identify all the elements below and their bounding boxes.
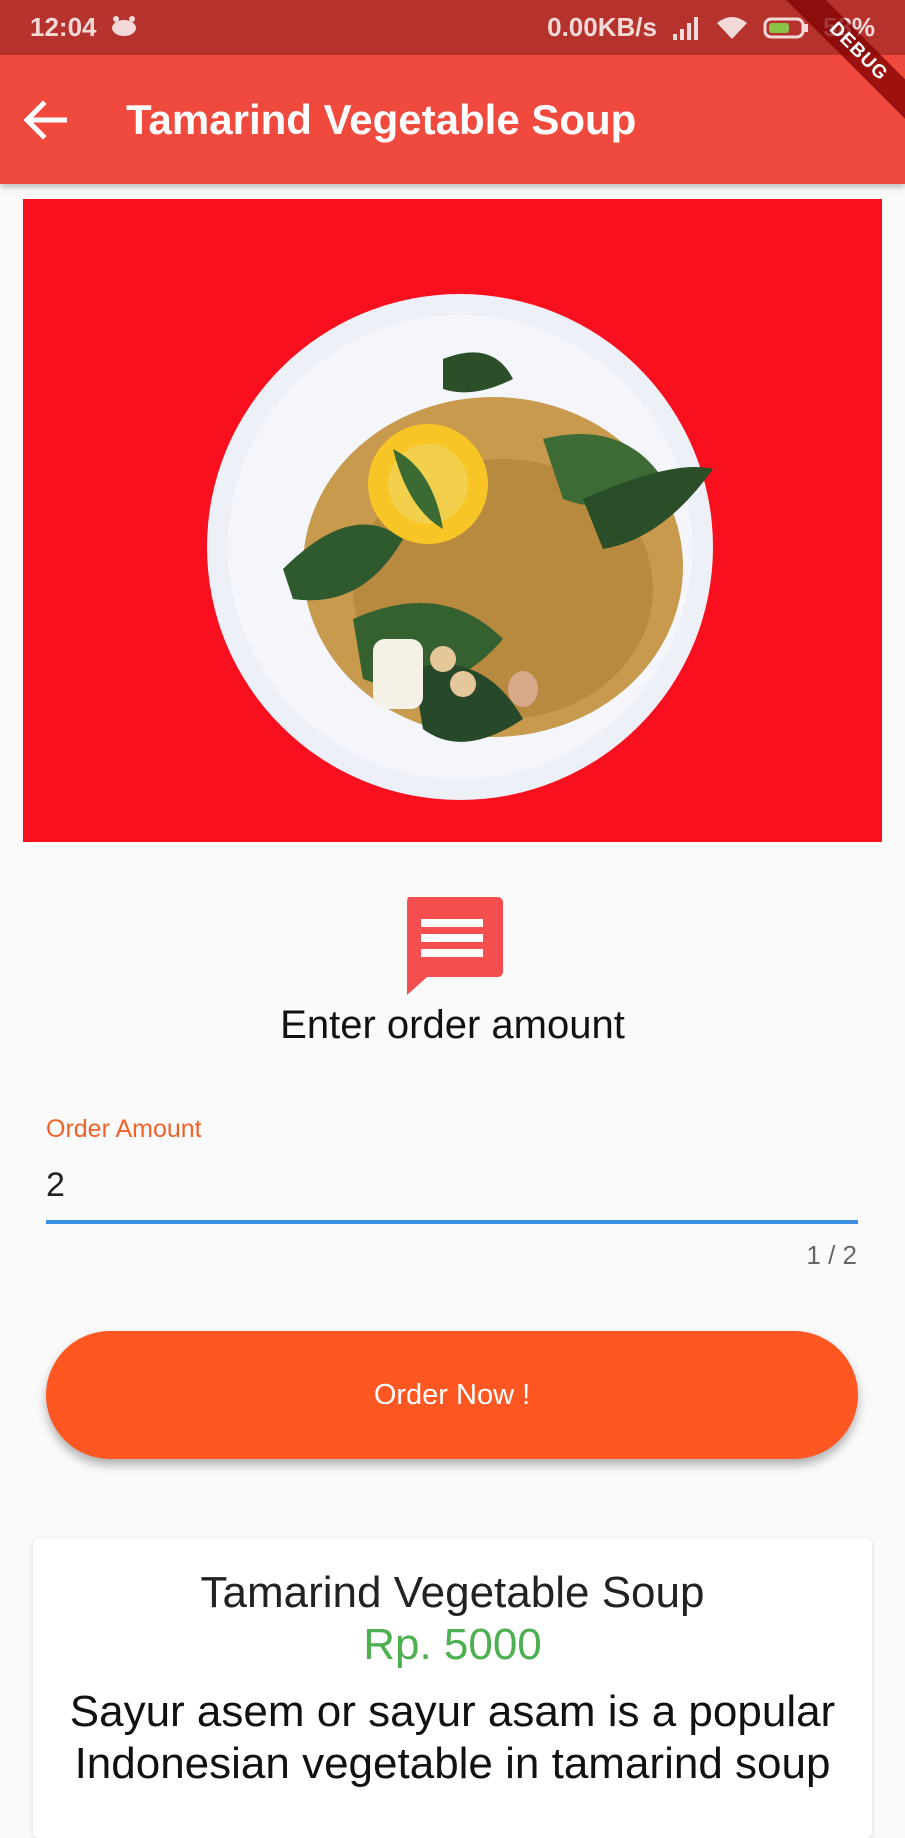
- order-now-button[interactable]: Order Now !: [46, 1331, 858, 1459]
- order-amount-label: Order Amount: [46, 1115, 202, 1143]
- product-card: Tamarind Vegetable Soup Rp. 5000 Sayur a…: [33, 1538, 872, 1838]
- signal-icon: [671, 16, 701, 40]
- battery-icon: [763, 16, 809, 40]
- back-button[interactable]: [0, 55, 110, 184]
- character-counter: 1 / 2: [806, 1240, 857, 1270]
- product-price: Rp. 5000: [363, 1620, 542, 1669]
- wifi-icon: [715, 15, 749, 41]
- product-description: Sayur asem or sayur asam is a popular In…: [69, 1687, 836, 1788]
- message-icon: [407, 897, 503, 995]
- status-bar: 12:04 0.00KB/s 58%: [0, 0, 905, 55]
- order-amount-input[interactable]: [46, 1150, 858, 1224]
- notification-icon: [111, 12, 137, 43]
- status-time: 12:04: [30, 12, 97, 42]
- product-name: Tamarind Vegetable Soup: [200, 1568, 705, 1617]
- product-image: [23, 199, 882, 842]
- back-arrow-icon: [23, 99, 67, 140]
- app-bar: Tamarind Vegetable Soup: [0, 55, 905, 184]
- network-speed: 0.00KB/s: [547, 12, 657, 42]
- page-title: Tamarind Vegetable Soup: [126, 95, 637, 143]
- order-prompt: Enter order amount: [280, 1003, 625, 1047]
